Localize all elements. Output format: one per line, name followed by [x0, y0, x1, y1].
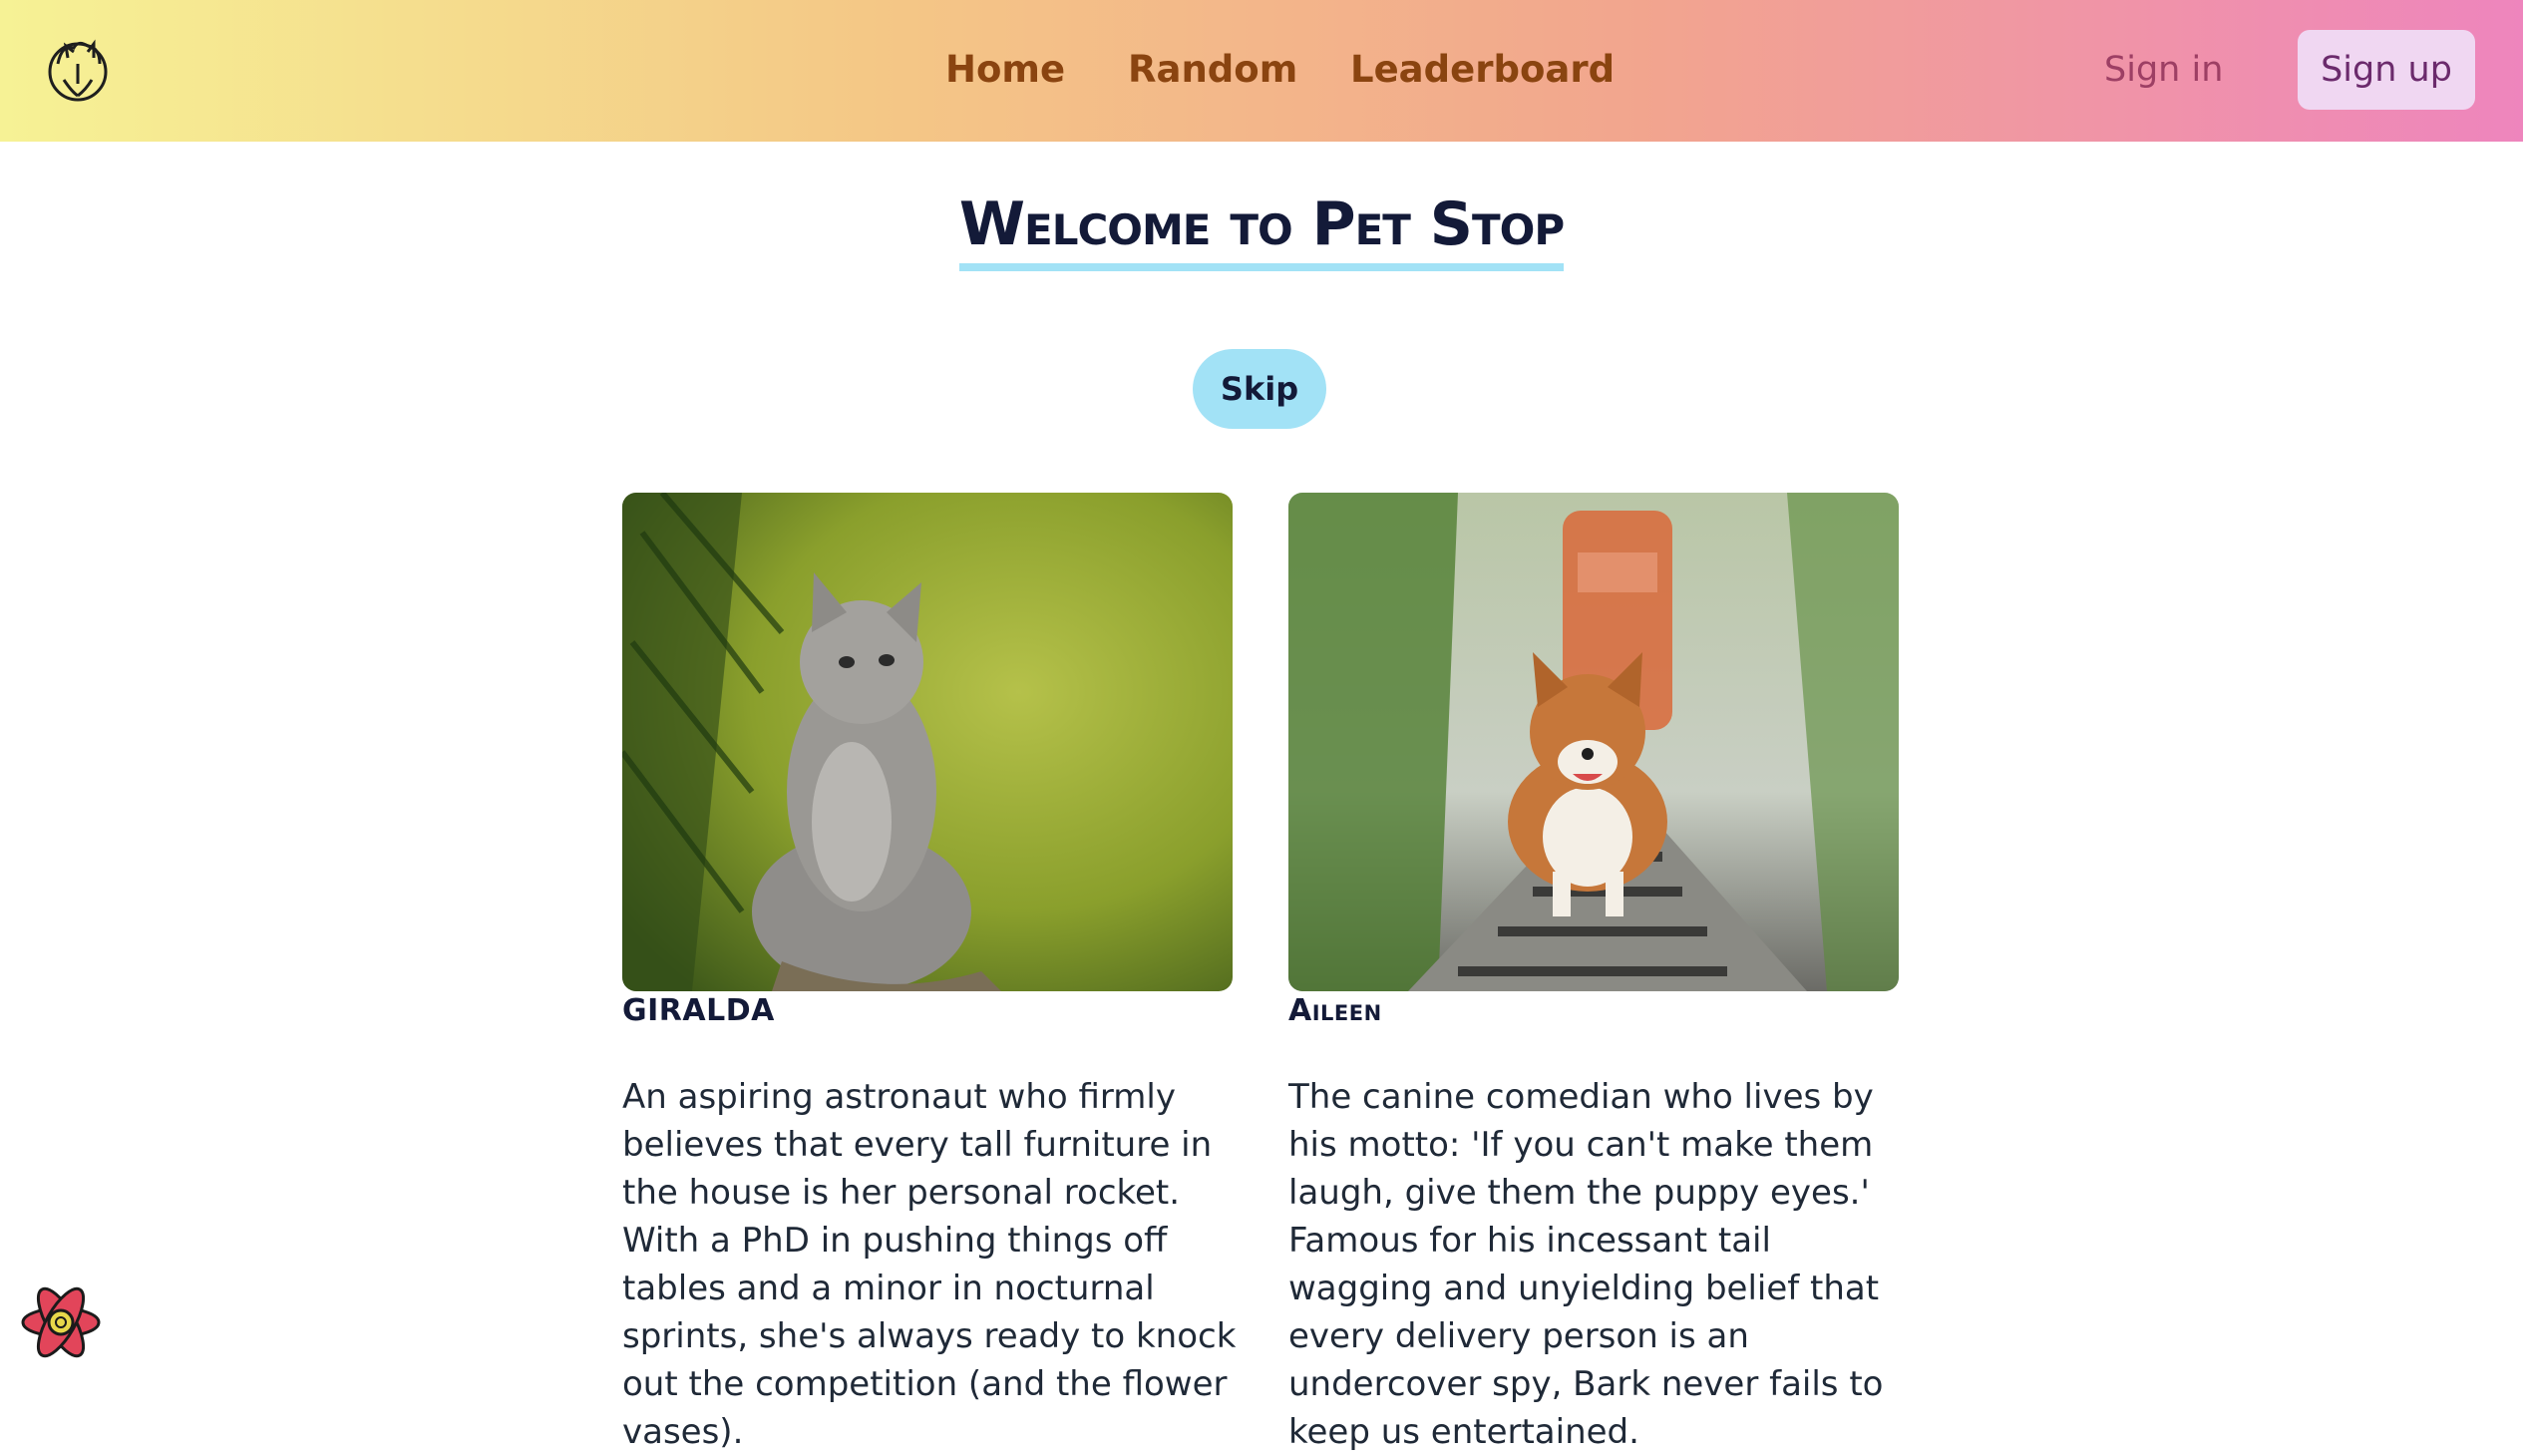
skip-button[interactable]: Skip [1193, 349, 1326, 429]
corgi-photo [1288, 493, 1899, 991]
pet-description: The canine comedian who lives by his mot… [1288, 1077, 1884, 1452]
top-nav: Home Random Leaderboard Sign in Sign up [0, 0, 2523, 142]
pet-name: Aileen [1288, 993, 1382, 1028]
sign-in-link[interactable]: Sign in [2104, 44, 2223, 96]
kitten-photo [622, 493, 1233, 991]
sign-up-button[interactable]: Sign up [2298, 30, 2475, 110]
flower-badge-icon[interactable] [16, 1280, 106, 1364]
nav-home-link[interactable]: Home [945, 44, 1065, 96]
pet-description: An aspiring astronaut who firmly believe… [622, 1077, 1237, 1452]
cat-dog-logo-icon[interactable] [44, 34, 112, 106]
pet-image-aileen[interactable] [1288, 493, 1899, 991]
nav-leaderboard-link[interactable]: Leaderboard [1350, 44, 1615, 96]
pet-name: GIRALDA [622, 993, 775, 1028]
page-title: Welcome to Pet Stop [958, 189, 1565, 271]
nav-random-link[interactable]: Random [1128, 44, 1297, 96]
page-title-container: Welcome to Pet Stop [0, 189, 2523, 271]
pet-image-giralda[interactable] [622, 493, 1233, 991]
